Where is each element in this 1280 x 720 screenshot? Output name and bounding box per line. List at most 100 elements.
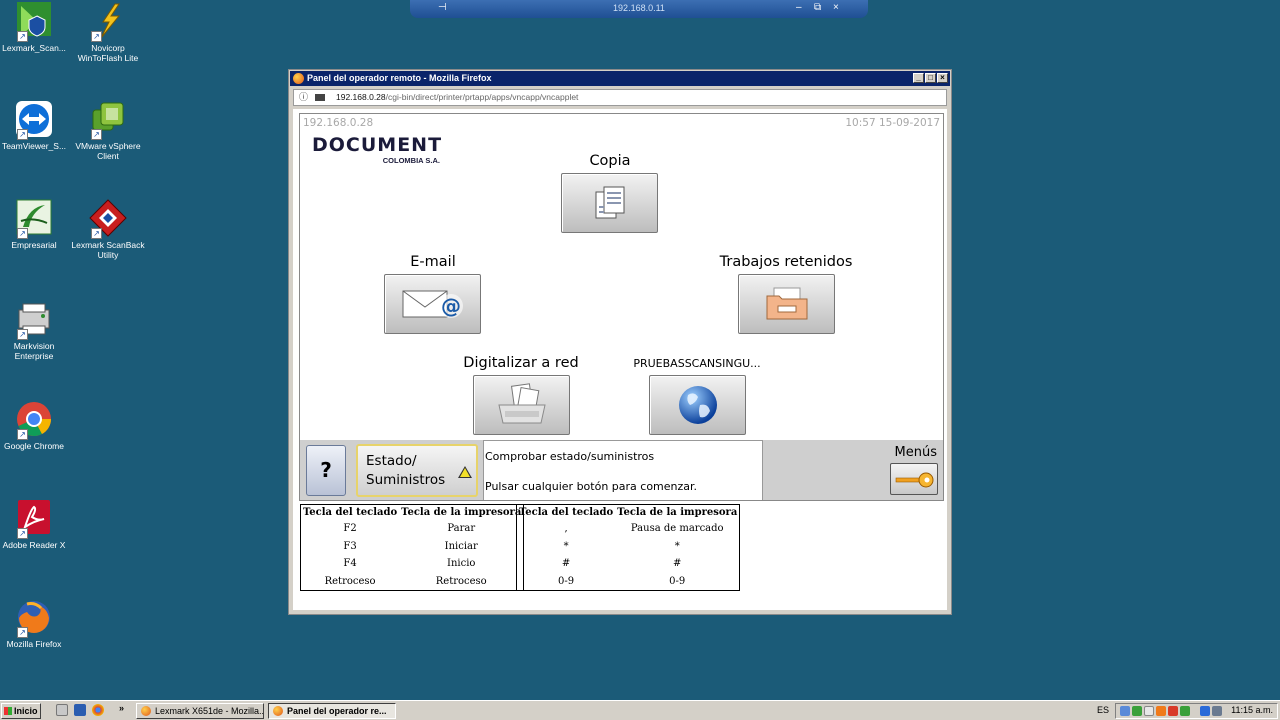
digitalizar-label: Digitalizar a red [463,355,579,371]
table-cell: Pausa de marcado [630,523,724,535]
email-button[interactable]: @ [384,274,481,334]
estado-suministros-button[interactable]: Estado/ Suministros [356,444,478,497]
chrome-icon: ↗ [15,400,53,440]
copy-icon [595,186,624,219]
digitalizar-red-button[interactable] [473,375,570,435]
network-icon[interactable] [1120,706,1130,716]
security-icon[interactable] [1132,706,1142,716]
firefox-window: Panel del operador remoto - Mozilla Fire… [288,69,952,615]
desktop-icon-label: VMware vSphere Client [75,141,141,161]
status-message-line2: Pulsar cualquier botón para comenzar. [485,480,698,493]
document-colombia-logo: DOCUMENT COLOMBIA S.A. [312,134,452,165]
firefox-icon [293,73,304,84]
chrome-icon[interactable] [92,704,104,716]
table-cell: # [673,558,682,570]
table-cell: * [563,540,569,552]
logo-sub: COLOMBIA S.A. [382,156,440,165]
copia-button[interactable] [561,173,658,233]
table-cell: Parar [447,523,476,535]
teamviewer-icon: ↗ [15,100,53,140]
logo-main: DOCUMENT [312,134,443,156]
remote-restore-button[interactable]: ⧉ [814,2,821,13]
start-button[interactable]: Inicio [1,703,41,719]
cloud-icon[interactable] [1144,706,1154,716]
desktop-icon-firefox[interactable]: ↗ Mozilla Firefox [0,598,72,649]
desktop-icon-label: Novicorp WinToFlash Lite [77,43,139,63]
desktop-icon-wintoflash[interactable]: ↗ Novicorp WinToFlash Lite [70,2,146,63]
remote-close-button[interactable]: × [833,2,839,13]
speaker-icon[interactable] [1212,706,1222,716]
help-button[interactable]: ? [306,445,346,496]
wintoflash-icon: ↗ [89,2,127,42]
powershell-icon[interactable] [74,704,86,716]
table-cell: 0-9 [669,575,686,587]
table-cell: Retroceso [435,575,487,587]
url-host: 192.168.0.28 [336,92,386,102]
firefox-icon [273,706,283,716]
desktop-icon-label: TeamViewer_S... [1,141,67,151]
desktop-icon-vsphere[interactable]: ↗ VMware vSphere Client [70,100,146,161]
table-row: F4 Inicio [301,555,524,573]
teamviewer-tray-icon[interactable] [1200,706,1210,716]
table-cell: Iniciar [444,540,478,552]
desktop-icon-adobe-reader[interactable]: ↗ Adobe Reader X [0,499,72,550]
prueba-label: PRUEBASSCANSINGU... [633,357,761,370]
table-row: F2 Parar [301,520,524,538]
table-cell: , [564,523,568,535]
task-panel-operador[interactable]: Panel del operador re... [268,703,396,719]
desktop-icon-markvision[interactable]: ↗ Markvision Enterprise [0,300,72,361]
markvision-icon: ↗ [15,300,53,340]
desktop-icon-teamviewer[interactable]: ↗ TeamViewer_S... [0,100,72,151]
lexmark-scanback-icon: ↗ [89,199,127,239]
email-icon: @ [402,290,463,318]
window-maximize-button[interactable]: □ [925,73,936,83]
vmware-vsphere-icon: ↗ [89,100,127,140]
server-manager-icon[interactable] [56,704,68,716]
prueba-scan-button[interactable] [649,375,746,435]
url-bar[interactable]: ⓘ 192.168.0.28/cgi-bin/direct/printer/pr… [293,89,947,106]
window-close-button[interactable]: × [937,73,948,83]
email-label: E-mail [410,254,456,270]
system-tray: 11:15 a.m. [1115,703,1278,719]
table-cell: F4 [343,558,357,570]
table-cell: F3 [343,540,357,552]
table-header: Tecla del teclado [303,507,398,518]
held-jobs-folder-icon [766,287,807,320]
remote-minimize-button[interactable]: – [796,2,802,13]
taskbar: Inicio » Lexmark X651de - Mozilla... Pan… [0,700,1280,720]
firefox-icon [141,706,151,716]
lock-icon [315,94,325,101]
alert-icon[interactable] [1168,706,1178,716]
desktop-icon-scanback[interactable]: ↗ Lexmark ScanBack Utility [70,199,146,260]
desktop-icon-label: Google Chrome [3,441,64,451]
svg-text:@: @ [441,294,461,318]
task-label: Lexmark X651de - Mozilla... [155,706,264,716]
menus-button[interactable] [890,463,938,495]
window-minimize-button[interactable]: _ [913,73,924,83]
page-content: 192.168.0.28 10:57 15-09-2017 DOCUMENT C… [293,109,947,610]
shield-icon[interactable] [1180,706,1190,716]
lexmark-scan-icon: ↗ [15,2,53,42]
key-icon [895,472,934,488]
table-cell: * [674,540,680,552]
trabajos-retenidos-button[interactable] [738,274,835,334]
chevron-icon[interactable]: » [119,703,124,713]
windows-flag-icon [4,707,12,715]
firefox-tray-icon[interactable] [1156,706,1166,716]
menus-label: Menús [894,445,937,460]
desktop-icon-label: Markvision Enterprise [13,341,55,361]
desktop-icon-chrome[interactable]: ↗ Google Chrome [0,400,72,451]
globe-icon [678,386,717,424]
language-indicator[interactable]: ES [1097,705,1109,715]
info-icon[interactable]: ⓘ [299,90,308,105]
table-row: , Pausa de marcado [517,520,740,538]
desktop-icon-lexmark-scan[interactable]: ↗ Lexmark_Scan... [0,2,72,53]
table-row: # # [517,555,740,573]
table-cell: 0-9 [558,575,575,587]
window-titlebar[interactable]: Panel del operador remoto - Mozilla Fire… [290,71,950,86]
clock[interactable]: 11:15 a.m. [1231,705,1273,715]
task-lexmark-firefox[interactable]: Lexmark X651de - Mozilla... [136,703,264,719]
desktop-icon-empresarial[interactable]: ↗ Empresarial [0,199,72,250]
keyboard-table-1: Tecla del teclado Tecla de la impresora … [300,504,525,591]
operator-panel: 192.168.0.28 10:57 15-09-2017 DOCUMENT C… [299,113,944,501]
